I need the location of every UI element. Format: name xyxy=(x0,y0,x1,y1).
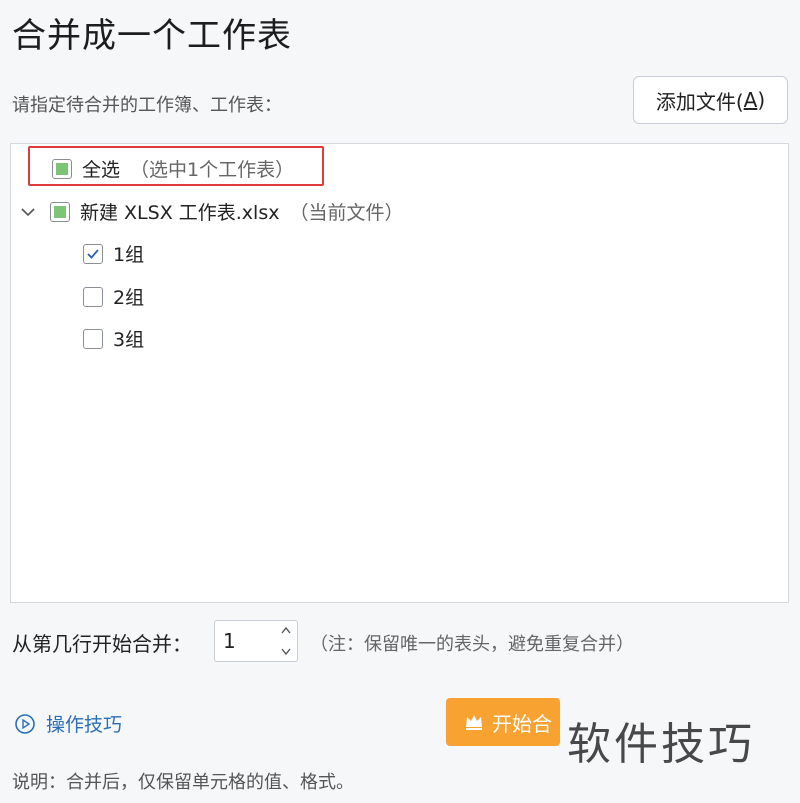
tips-link[interactable]: 操作技巧 xyxy=(14,710,122,737)
crown-icon xyxy=(464,713,484,731)
workbook-row[interactable]: 新建 XLSX 工作表.xlsx （当前文件） xyxy=(18,198,403,225)
sheet-checkbox-1[interactable] xyxy=(83,243,103,264)
sheet-label-3: 3组 xyxy=(113,329,145,351)
add-file-button[interactable]: 添加文件(A) xyxy=(633,76,788,124)
select-all-detail: （选中1个工作表） xyxy=(130,159,295,181)
sheet-label-2: 2组 xyxy=(113,287,145,309)
header-row-spinbox[interactable]: 1 xyxy=(214,620,298,662)
sheet-checkbox-3[interactable] xyxy=(83,328,103,349)
dialog-title: 合并成一个工作表 xyxy=(12,16,292,56)
add-file-close: ) xyxy=(757,88,766,112)
sheet-row-2[interactable]: 2组 xyxy=(83,283,144,310)
select-all-row[interactable]: 全选 （选中1个工作表） xyxy=(52,155,294,182)
workbook-name: 新建 XLSX 工作表.xlsx xyxy=(80,202,280,224)
select-all-label: 全选 xyxy=(82,159,121,181)
header-row-value[interactable]: 1 xyxy=(223,629,236,653)
sheet-checkbox-2[interactable] xyxy=(83,286,103,307)
start-merge-label: 开始合 xyxy=(492,711,552,736)
add-file-accelerator: A xyxy=(743,88,758,112)
instruction-text: 请指定待合并的工作簿、工作表： xyxy=(12,95,282,116)
footer-note: 说明：合并后，仅保留单元格的值、格式。 xyxy=(12,772,354,793)
start-merge-button[interactable]: 开始合 xyxy=(446,698,560,746)
header-row-label: 从第几行开始合并： xyxy=(12,632,192,656)
spin-up-icon[interactable] xyxy=(281,626,291,634)
play-circle-icon xyxy=(14,713,36,735)
spin-down-icon[interactable] xyxy=(281,648,291,656)
header-row-note: （注：保留唯一的表头，避免重复合并） xyxy=(310,634,634,655)
select-all-checkbox[interactable] xyxy=(52,158,72,179)
tips-link-label: 操作技巧 xyxy=(46,714,123,736)
sheet-row-1[interactable]: 1组 xyxy=(83,240,144,267)
workbook-detail: （当前文件） xyxy=(289,202,404,224)
workbook-checkbox[interactable] xyxy=(50,201,70,222)
add-file-label: 添加文件( xyxy=(655,89,744,114)
sheet-row-3[interactable]: 3组 xyxy=(83,325,144,352)
chevron-down-icon[interactable] xyxy=(18,202,38,222)
watermark-text: 软件技巧 xyxy=(567,719,755,770)
sheet-label-1: 1组 xyxy=(113,244,145,266)
checkmark-icon xyxy=(87,248,99,259)
